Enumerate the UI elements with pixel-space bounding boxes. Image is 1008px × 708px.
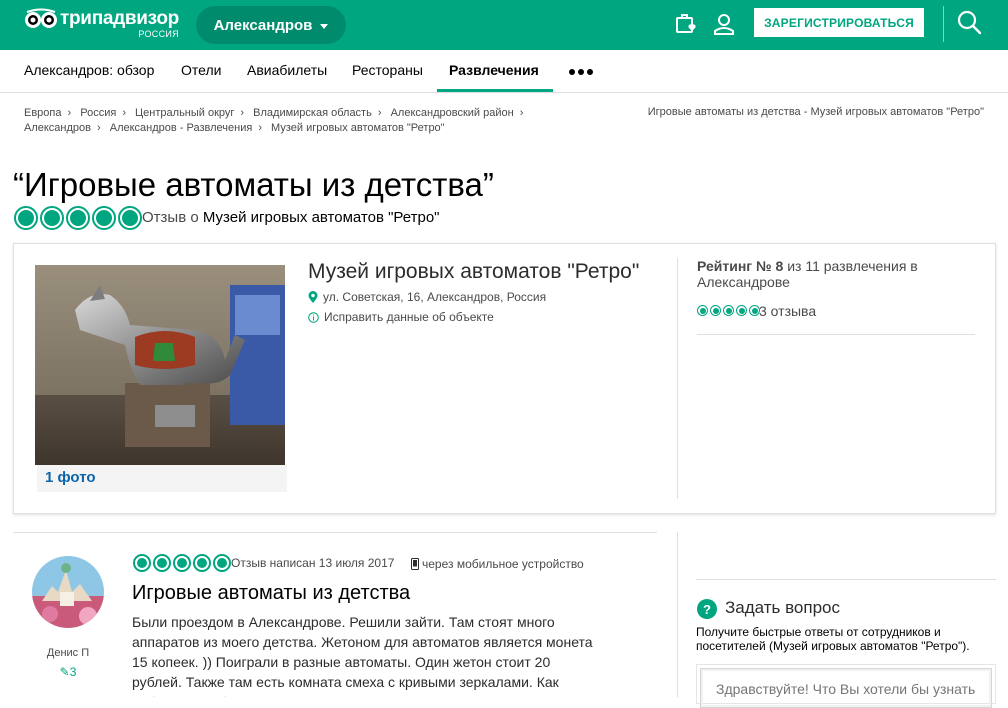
rating-bubble-icon: [118, 206, 142, 230]
breadcrumb: Европа › Россия › Центральный округ › Влади…: [24, 106, 544, 136]
rating-bubble-icon: [697, 305, 708, 316]
breadcrumb-item[interactable]: Центральный округ: [135, 107, 234, 119]
rating-bubble-icon: [710, 305, 721, 316]
tripadvisor-logo[interactable]: трипадвизор РОССИЯ: [24, 8, 179, 42]
ranking-bold: Рейтинг № 8: [697, 258, 784, 274]
nav-item-overview[interactable]: Александров: обзор: [24, 62, 154, 78]
nav-item-restaurants[interactable]: Рестораны: [352, 62, 423, 78]
more-dots-icon[interactable]: [569, 69, 593, 75]
poi-card: 1 фото Музей игровых автоматов "Ретро" у…: [13, 243, 996, 514]
breadcrumb-item[interactable]: Владимирская область: [253, 107, 372, 119]
nav-item-attractions[interactable]: Развлечения: [449, 62, 539, 78]
breadcrumb-item[interactable]: Александров: [24, 122, 91, 134]
caret-down-icon: [320, 23, 329, 29]
poi-photo[interactable]: [35, 265, 285, 465]
avatar[interactable]: [32, 556, 104, 628]
owl-logo-icon: [24, 8, 58, 30]
edit-business-link[interactable]: Исправить данные об объекте: [308, 310, 494, 324]
logo-country: РОССИЯ: [138, 29, 179, 39]
top-header: трипадвизор РОССИЯ Александров ЗАРЕГИСТР…: [0, 0, 1008, 50]
review-body: Были проездом в Александрове. Решили зай…: [132, 614, 593, 697]
breadcrumb-item[interactable]: Александровский район: [391, 107, 514, 119]
page-title: “Игровые автоматы из детства”: [13, 166, 494, 203]
poi-name[interactable]: Музей игровых автоматов "Ретро": [308, 260, 639, 284]
nav-item-hotels[interactable]: Отели: [181, 62, 221, 78]
breadcrumb-current-review: Игровые автоматы из детства - Музей игро…: [647, 106, 984, 118]
review-date: Отзыв написан 13 июля 2017: [231, 556, 395, 570]
rating-bubble-icon: [133, 554, 151, 572]
review-of-link[interactable]: Музей игровых автоматов "Ретро": [203, 209, 440, 226]
ask-question-input[interactable]: Здравствуйте! Что Вы хотели бы узнать: [700, 668, 992, 708]
device-text: через мобильное устройство: [422, 557, 584, 571]
mobile-phone-icon: [411, 558, 419, 570]
breadcrumb-item[interactable]: Россия: [80, 107, 116, 119]
review-of-prefix: Отзыв о: [142, 209, 199, 226]
poi-address: ул. Советская, 16, Александров, Россия: [308, 290, 546, 304]
reviews-count-link[interactable]: 3 отзыва: [759, 303, 816, 319]
rating-bubble-icon: [14, 206, 38, 230]
chevron-right-icon: ›: [240, 107, 245, 119]
rating-bubble-icon: [723, 305, 734, 316]
trips-heart-icon[interactable]: [674, 12, 698, 36]
user-profile-icon[interactable]: [712, 12, 736, 36]
rating-bubble-icon: [66, 206, 90, 230]
address-text: ул. Советская, 16, Александров, Россия: [323, 290, 547, 304]
chevron-right-icon: ›: [67, 107, 72, 119]
rating-bubble-icon: [92, 206, 116, 230]
nav-active-underline: [437, 89, 553, 92]
reviewer-name[interactable]: Денис П: [20, 647, 116, 659]
ask-divider: [696, 579, 996, 580]
reviewer-contributions: ✎3: [20, 665, 116, 679]
rating-bubble-icon: [173, 554, 191, 572]
review-divider: [13, 532, 657, 533]
pencil-icon: ✎: [59, 665, 70, 679]
logo-text: трипадвизор: [60, 8, 179, 29]
rating-bubble-icon: [213, 554, 231, 572]
edit-business-text: Исправить данные об объекте: [324, 310, 494, 324]
header-divider: [943, 6, 944, 42]
rating-bubble-icon: [153, 554, 171, 572]
ranking-text[interactable]: Рейтинг № 8 из 11 развлечения в Александ…: [697, 258, 977, 290]
ask-question-description: Получите быстрые ответы от сотрудников и…: [696, 625, 970, 653]
chevron-right-icon: ›: [377, 107, 382, 119]
chevron-right-icon: ›: [519, 107, 524, 119]
review-rating-bubbles: [133, 554, 231, 572]
map-pin-icon: [308, 291, 318, 303]
rating-bubble-icon: [193, 554, 211, 572]
register-button[interactable]: ЗАРЕГИСТРИРОВАТЬСЯ: [754, 8, 924, 37]
breadcrumb-item-current: Музей игровых автоматов "Ретро": [271, 122, 445, 134]
poi-rating-bubbles: [697, 305, 760, 316]
chevron-right-icon: ›: [97, 122, 101, 134]
card-divider: [677, 258, 678, 499]
breadcrumb-item[interactable]: Европа: [24, 107, 62, 119]
ranking-divider: [697, 334, 975, 335]
search-icon[interactable]: [957, 10, 982, 35]
review-title[interactable]: Игровые автоматы из детства: [132, 582, 410, 605]
chevron-right-icon: ›: [258, 122, 262, 134]
ask-question-title: Задать вопрос: [725, 598, 840, 617]
info-icon: [308, 311, 319, 323]
geo-label: Александров: [213, 16, 313, 34]
rating-bubble-icon: [736, 305, 747, 316]
rating-bubble-icon: [40, 206, 64, 230]
review-of-line: Отзыв о Музей игровых автоматов "Ретро": [142, 209, 440, 226]
breadcrumb-item[interactable]: Александров - Развлечения: [110, 122, 253, 134]
geo-selector-button[interactable]: Александров: [196, 6, 346, 44]
main-nav: Александров: обзор Отели Авиабилеты Рест…: [0, 50, 1008, 93]
question-icon: ?: [697, 599, 717, 619]
rating-bubbles: [14, 206, 142, 230]
nav-item-flights[interactable]: Авиабилеты: [247, 62, 327, 78]
review-device: через мобильное устройство: [411, 557, 584, 571]
contributions-count: 3: [69, 665, 77, 679]
photo-count-link[interactable]: 1 фото: [37, 465, 287, 492]
chevron-right-icon: ›: [122, 107, 126, 119]
column-divider: [677, 532, 678, 697]
